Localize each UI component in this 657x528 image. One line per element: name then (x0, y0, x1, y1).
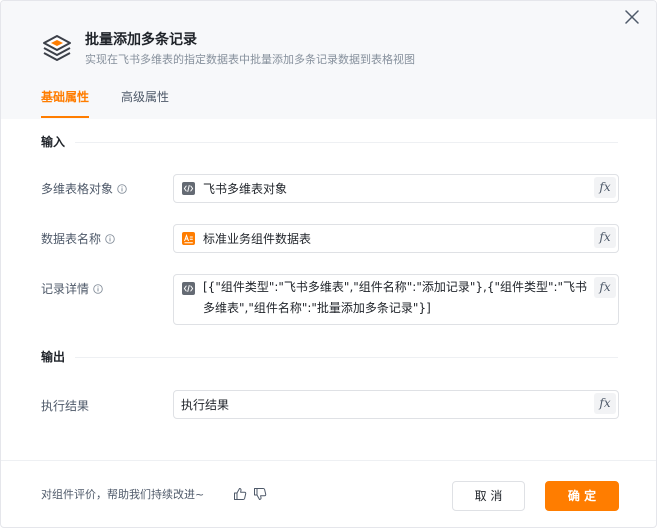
feedback-text: 对组件评价，帮助我们持续改进~ (41, 488, 205, 501)
fx-button[interactable]: fx (594, 393, 616, 414)
section-divider (75, 357, 618, 358)
tab-advanced-properties[interactable]: 高级属性 (121, 89, 169, 105)
section-title-output: 输出 (41, 350, 66, 364)
table-name-input[interactable]: 标准业务组件数据表 fx (173, 224, 619, 253)
dialog-title: 批量添加多条记录 (85, 32, 197, 48)
tab-basic-properties[interactable]: 基础属性 (41, 89, 89, 105)
layers-icon (43, 35, 71, 61)
info-icon[interactable] (93, 284, 103, 294)
fx-button[interactable]: fx (594, 227, 616, 248)
records-value: [{"组件类型":"飞书多维表","组件名称":"添加记录"},{"组件类型":… (203, 280, 588, 315)
field-label-records: 记录详情 (41, 281, 103, 297)
fx-button[interactable]: fx (594, 277, 616, 298)
cancel-button[interactable]: 取 消 (452, 481, 525, 511)
thumbs-down-icon[interactable] (253, 487, 267, 501)
field-label-table-object: 多维表格对象 (41, 181, 127, 197)
text-type-icon (182, 232, 195, 245)
info-icon[interactable] (117, 184, 127, 194)
dialog-subtitle: 实现在飞书多维表的指定数据表中批量添加多条记录数据到表格视图 (85, 53, 415, 66)
confirm-button[interactable]: 确 定 (545, 481, 619, 511)
result-value: 执行结果 (181, 398, 230, 412)
field-label-text: 记录详情 (41, 282, 90, 296)
records-textarea[interactable]: [{"组件类型":"飞书多维表","组件名称":"添加记录"},{"组件类型":… (173, 274, 619, 325)
code-variable-icon (182, 182, 195, 195)
dialog-header: 批量添加多条记录 实现在飞书多维表的指定数据表中批量添加多条记录数据到表格视图 … (1, 1, 656, 119)
field-label-result: 执行结果 (41, 399, 90, 413)
batch-add-records-dialog: 批量添加多条记录 实现在飞书多维表的指定数据表中批量添加多条记录数据到表格视图 … (0, 0, 657, 528)
footer-divider (1, 460, 656, 461)
close-icon[interactable] (622, 7, 642, 27)
table-object-input[interactable]: 飞书多维表对象 fx (173, 174, 619, 203)
thumbs-up-icon[interactable] (233, 487, 247, 501)
table-name-value: 标准业务组件数据表 (203, 232, 312, 246)
field-label-table-name: 数据表名称 (41, 231, 115, 247)
result-input[interactable]: 执行结果 fx (173, 390, 619, 419)
info-icon[interactable] (105, 234, 115, 244)
field-label-text: 多维表格对象 (41, 182, 114, 196)
code-variable-icon (182, 282, 195, 295)
table-object-value: 飞书多维表对象 (203, 182, 288, 196)
section-divider (75, 142, 618, 143)
fx-button[interactable]: fx (594, 177, 616, 198)
active-tab-indicator (41, 116, 89, 118)
section-title-input: 输入 (41, 135, 66, 149)
field-label-text: 数据表名称 (41, 232, 102, 246)
